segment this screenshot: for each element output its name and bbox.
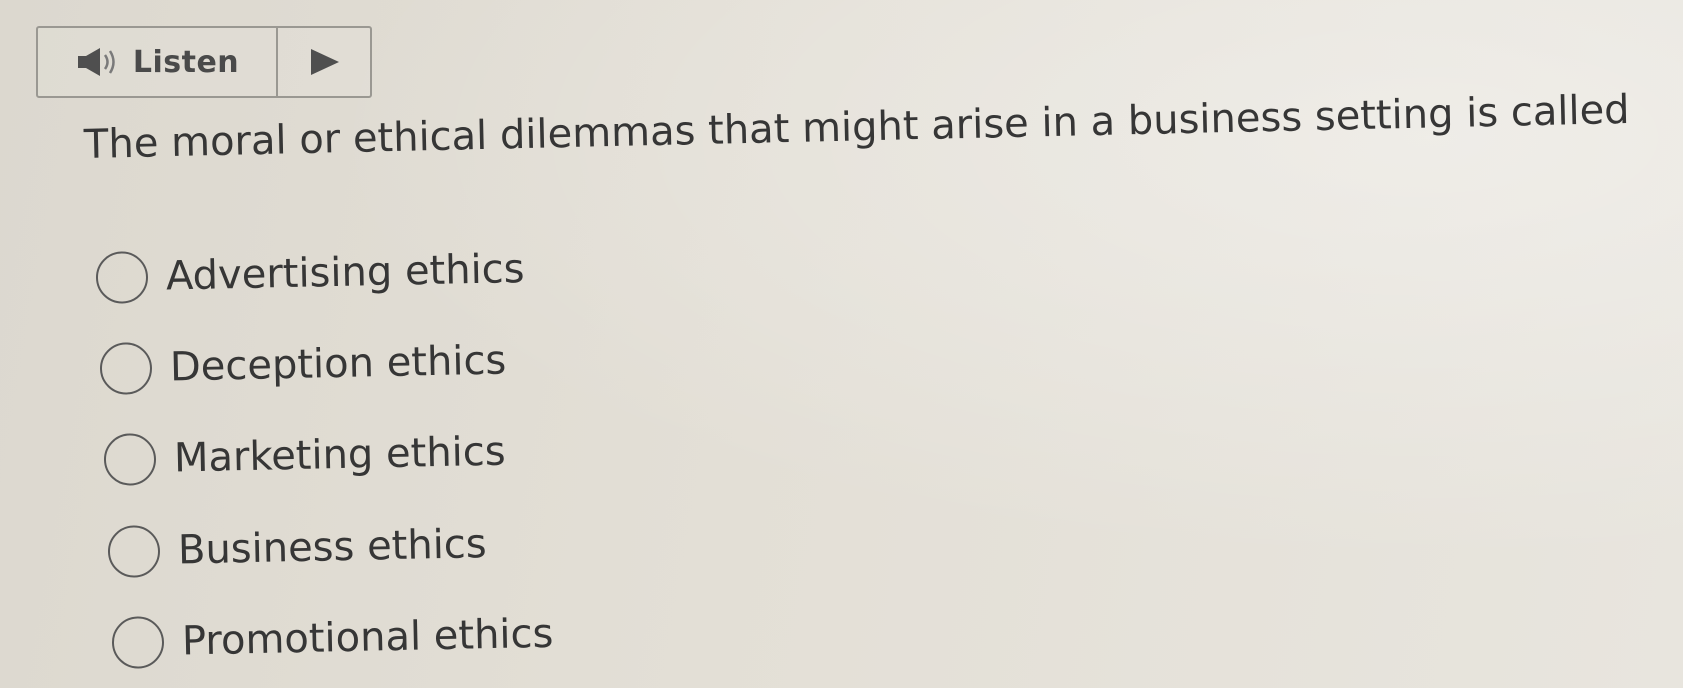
option-label: Business ethics	[177, 521, 488, 574]
radio-button[interactable]	[99, 341, 153, 395]
option-business-ethics[interactable]: Business ethics	[107, 518, 487, 578]
option-label: Deception ethics	[169, 337, 507, 391]
radio-button[interactable]	[107, 524, 161, 578]
radio-button[interactable]	[95, 250, 149, 304]
option-promotional-ethics[interactable]: Promotional ethics	[111, 608, 554, 669]
option-advertising-ethics[interactable]: Advertising ethics	[95, 243, 525, 304]
radio-button[interactable]	[103, 432, 157, 486]
option-deception-ethics[interactable]: Deception ethics	[99, 334, 507, 395]
answer-options: Advertising ethics Deception ethics Mark…	[0, 0, 1683, 688]
option-label: Advertising ethics	[165, 246, 525, 300]
radio-button[interactable]	[111, 615, 165, 669]
option-marketing-ethics[interactable]: Marketing ethics	[103, 426, 506, 486]
option-label: Promotional ethics	[181, 610, 554, 665]
option-label: Marketing ethics	[173, 428, 507, 482]
